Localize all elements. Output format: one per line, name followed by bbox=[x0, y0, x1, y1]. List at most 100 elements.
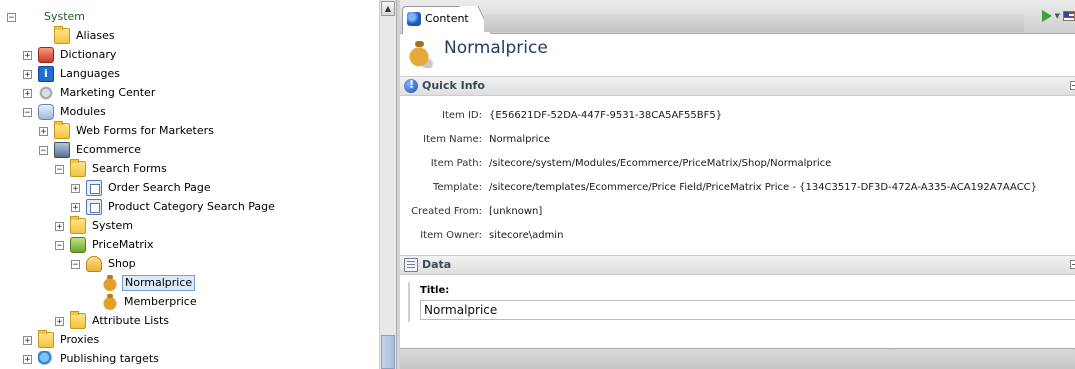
money-bag-icon bbox=[102, 275, 118, 291]
tree-item[interactable]: Normalprice bbox=[102, 274, 196, 292]
content-tab-icon bbox=[407, 12, 421, 26]
tab-tools: ▼ bbox=[1041, 10, 1075, 22]
tree-item-label: Marketing Center bbox=[60, 86, 156, 99]
tree-item[interactable]: Memberprice bbox=[102, 293, 199, 311]
tree-item-label: Dictionary bbox=[60, 48, 117, 61]
language-flag-icon[interactable] bbox=[1063, 11, 1075, 21]
folder-icon bbox=[54, 26, 70, 44]
tree-item[interactable]: + Attribute Lists bbox=[55, 311, 171, 330]
expand-toggle-icon[interactable]: + bbox=[71, 183, 80, 193]
tree-scrollbar[interactable]: ▲ bbox=[379, 0, 396, 369]
quick-info-row: Item ID: {E56621DF-52DA-447F-9531-38CA5AF… bbox=[400, 108, 1075, 124]
page-icon bbox=[86, 199, 102, 215]
tree-item[interactable]: + System bbox=[55, 216, 135, 235]
tree-item-label: Attribute Lists bbox=[92, 314, 170, 327]
quick-info-key: Item Path: bbox=[430, 158, 482, 169]
quick-info-value: Normalprice bbox=[489, 134, 551, 145]
scrollbar-thumb[interactable] bbox=[381, 335, 395, 369]
tree-item-label: System bbox=[44, 10, 86, 23]
tree-item-label: Search Forms bbox=[92, 162, 167, 175]
tree-item-label: Shop bbox=[108, 257, 136, 270]
content-tree: − System Aliases + Dictionary + Languages + Mark… bbox=[0, 0, 379, 369]
expand-toggle-icon[interactable]: + bbox=[23, 50, 32, 60]
item-title: Normalprice bbox=[444, 38, 548, 58]
quick-info-row: Item Owner: sitecore\admin bbox=[400, 228, 1075, 244]
expand-toggle-icon[interactable]: + bbox=[23, 88, 32, 98]
info-icon bbox=[404, 78, 418, 93]
tree-item[interactable]: − Ecommerce bbox=[39, 141, 143, 159]
tab-label: Content bbox=[425, 12, 469, 25]
tree-item-label: Languages bbox=[60, 67, 121, 80]
collapse-toggle-icon[interactable]: − bbox=[55, 240, 64, 250]
section-header-data[interactable]: Data − bbox=[400, 255, 1075, 275]
tree-item-label: System bbox=[92, 219, 134, 232]
tree-item[interactable]: − Shop bbox=[71, 255, 138, 273]
system-icon bbox=[22, 9, 38, 25]
section-header-quick-info[interactable]: Quick Info − bbox=[400, 76, 1075, 96]
expand-toggle-icon[interactable]: + bbox=[39, 126, 48, 136]
tree-item-label: Web Forms for Marketers bbox=[76, 124, 214, 137]
tree-item[interactable]: − Modules bbox=[23, 103, 108, 121]
expand-toggle-icon[interactable]: + bbox=[55, 221, 64, 231]
collapse-quick-info-button[interactable]: − bbox=[1070, 81, 1075, 90]
price-matrix-icon bbox=[70, 237, 86, 253]
tree-item[interactable]: − Search Forms bbox=[55, 159, 169, 178]
collapse-toggle-icon[interactable]: − bbox=[55, 164, 64, 174]
tree-item-label: Proxies bbox=[60, 333, 100, 346]
navigate-icon[interactable] bbox=[1041, 10, 1052, 22]
ecommerce-icon bbox=[54, 142, 70, 158]
tree-item[interactable]: + Languages bbox=[23, 65, 122, 83]
tree-item-label: Ecommerce bbox=[76, 143, 142, 156]
collapse-toggle-icon[interactable]: − bbox=[71, 259, 80, 269]
quick-info-value: /sitecore/templates/Ecommerce/Price Fiel… bbox=[489, 182, 1038, 193]
tree-item[interactable]: − System bbox=[7, 8, 87, 26]
tree-item[interactable]: + Web Forms for Marketers bbox=[39, 121, 216, 140]
tree-item[interactable]: Aliases bbox=[54, 26, 117, 45]
data-section-icon bbox=[404, 258, 418, 272]
quick-info-value: [unknown] bbox=[489, 206, 543, 217]
tree-item[interactable]: + Product Category Search Page bbox=[71, 198, 277, 216]
quick-info-key: Item Owner: bbox=[420, 230, 482, 241]
expand-toggle-icon[interactable]: + bbox=[23, 335, 32, 345]
quick-info-key: Item ID: bbox=[442, 110, 482, 121]
quick-info-key: Created From: bbox=[411, 206, 482, 217]
collapse-data-button[interactable]: − bbox=[1070, 260, 1075, 269]
tree-item-label: Normalprice bbox=[122, 275, 196, 291]
folder-icon bbox=[70, 159, 86, 177]
quick-info-row: Item Path: /sitecore/system/Modules/Ecomm… bbox=[400, 156, 1075, 172]
title-field-input[interactable] bbox=[420, 300, 1075, 320]
expand-toggle-icon[interactable]: + bbox=[55, 316, 64, 326]
quick-info-row: Created From: [unknown] bbox=[400, 204, 1075, 220]
quick-info-key: Template: bbox=[433, 182, 482, 193]
tree-item[interactable]: + Proxies bbox=[23, 330, 101, 349]
expand-toggle-icon[interactable]: + bbox=[23, 69, 32, 79]
quick-info-value: sitecore\admin bbox=[489, 230, 564, 241]
tree-item-label: Product Category Search Page bbox=[108, 200, 275, 213]
title-field-label: Title: bbox=[420, 285, 450, 296]
scroll-up-button[interactable]: ▲ bbox=[381, 1, 395, 16]
tree-item[interactable]: + Order Search Page bbox=[71, 179, 213, 197]
quick-info-key: Item Name: bbox=[423, 134, 482, 145]
tree-item[interactable]: + Dictionary bbox=[23, 46, 118, 64]
tree-item[interactable]: + Publishing targets bbox=[23, 350, 161, 368]
editor-tab-bar: Content ▼ bbox=[400, 0, 1075, 34]
shop-icon bbox=[86, 256, 102, 272]
content-editor: Content ▼ Normalprice Quick Info − Item … bbox=[400, 0, 1075, 369]
tab-content[interactable]: Content bbox=[402, 6, 1032, 34]
expand-toggle-icon[interactable]: + bbox=[71, 202, 80, 212]
tree-item[interactable]: − PriceMatrix bbox=[55, 236, 155, 254]
collapse-toggle-icon[interactable]: − bbox=[23, 107, 32, 117]
tree-item-label: Memberprice bbox=[124, 295, 197, 308]
quick-info-value: {E56621DF-52DA-447F-9531-38CA5AF55BF5} bbox=[489, 110, 723, 121]
collapse-toggle-icon[interactable]: − bbox=[39, 145, 48, 155]
collapse-toggle-icon[interactable]: − bbox=[7, 12, 16, 22]
tree-item-label: PriceMatrix bbox=[92, 238, 154, 251]
navigate-dropdown-icon[interactable]: ▼ bbox=[1055, 12, 1060, 20]
folder-icon bbox=[54, 121, 70, 139]
money-bag-icon bbox=[102, 294, 118, 310]
quick-info-row: Template: /sitecore/templates/Ecommerce/P… bbox=[400, 180, 1075, 196]
tree-item-label: Aliases bbox=[76, 29, 115, 42]
publishing-targets-icon bbox=[38, 351, 54, 367]
tree-item[interactable]: + Marketing Center bbox=[23, 84, 157, 102]
expand-toggle-icon[interactable]: + bbox=[23, 354, 32, 364]
